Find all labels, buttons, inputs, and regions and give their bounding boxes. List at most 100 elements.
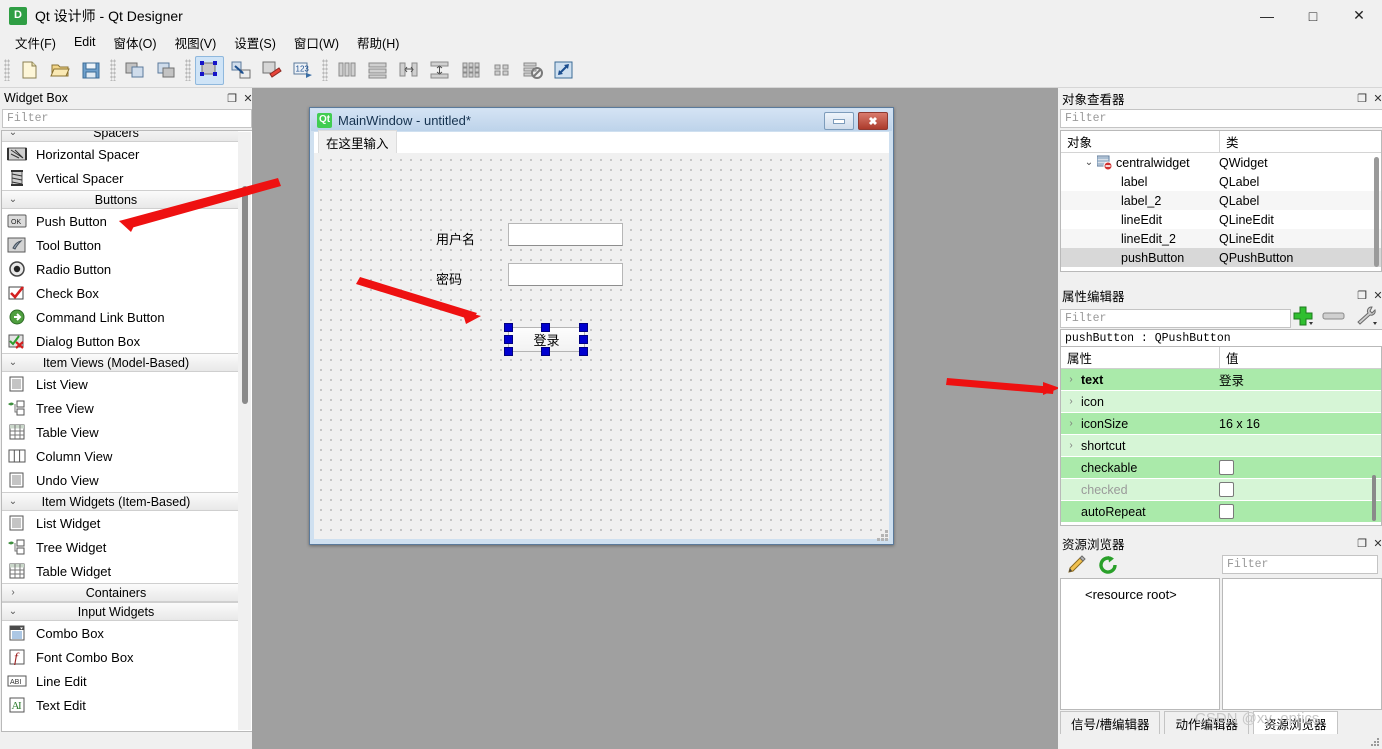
- menu-file[interactable]: 文件(F): [6, 30, 65, 55]
- add-property-icon[interactable]: [1292, 305, 1314, 330]
- property-value[interactable]: 16 x 16: [1219, 417, 1260, 431]
- resize-handle-bottom-right[interactable]: [579, 347, 588, 356]
- widget-group-item-widgets[interactable]: ⌄ Item Widgets (Item-Based): [2, 492, 238, 511]
- menu-window[interactable]: 窗口(W): [285, 30, 348, 55]
- widget-box-filter-input[interactable]: Filter: [2, 109, 252, 128]
- edit-widgets-icon[interactable]: [195, 55, 224, 85]
- tab-signal-slot-editor[interactable]: 信号/槽编辑器: [1060, 711, 1161, 734]
- toolbar-grip[interactable]: [4, 59, 10, 81]
- widget-item-command-link-button[interactable]: Command Link Button: [2, 305, 238, 329]
- widget-group-containers[interactable]: › Containers: [2, 583, 238, 602]
- reload-resources-icon[interactable]: [1098, 555, 1120, 578]
- widget-item-check-box[interactable]: Check Box: [2, 281, 238, 305]
- property-row-iconsize[interactable]: › iconSize 16 x 16: [1061, 413, 1381, 435]
- widget-item-radio-button[interactable]: Radio Button: [2, 257, 238, 281]
- edit-buddies-icon[interactable]: [257, 56, 286, 85]
- column-header-object[interactable]: 对象: [1061, 131, 1220, 152]
- widget-group-input-widgets[interactable]: ⌄ Input Widgets: [2, 602, 238, 621]
- chevron-right-icon[interactable]: ›: [1061, 374, 1081, 385]
- resource-tree[interactable]: <resource root>: [1060, 578, 1220, 710]
- table-row-selected[interactable]: pushButton QPushButton: [1061, 248, 1381, 267]
- widget-item-line-edit[interactable]: ABI Line Edit: [2, 669, 238, 693]
- resize-handle-top[interactable]: [541, 323, 550, 332]
- resize-handle-bottom-left[interactable]: [504, 347, 513, 356]
- maximize-icon[interactable]: □: [1290, 0, 1336, 31]
- paste-widget-icon[interactable]: [151, 56, 180, 85]
- form-menubar-placeholder[interactable]: 在这里输入: [318, 130, 397, 155]
- checkable-checkbox[interactable]: [1219, 460, 1234, 475]
- copy-widget-icon[interactable]: [120, 56, 149, 85]
- column-header-property[interactable]: 属性: [1061, 347, 1220, 368]
- property-row-icon[interactable]: › icon: [1061, 391, 1381, 413]
- menu-view[interactable]: 视图(V): [166, 30, 226, 55]
- resize-handle-bottom[interactable]: [541, 347, 550, 356]
- resource-browser-close-icon[interactable]: ✕: [1370, 535, 1382, 551]
- table-row[interactable]: lineEdit_2 QLineEdit: [1061, 229, 1381, 248]
- widget-box-undock-icon[interactable]: ❐: [224, 90, 240, 106]
- resource-browser-filter-input[interactable]: Filter: [1222, 555, 1378, 574]
- remove-property-icon[interactable]: [1322, 305, 1346, 330]
- resource-list[interactable]: [1222, 578, 1382, 710]
- form-window[interactable]: Qt MainWindow - untitled* ✖ 在这里输入 用户名 密码…: [309, 107, 894, 545]
- widget-group-buttons[interactable]: ⌄ Buttons: [2, 190, 238, 209]
- resize-handle-left[interactable]: [504, 335, 513, 344]
- resource-root-label[interactable]: <resource root>: [1061, 579, 1219, 602]
- object-inspector-tree[interactable]: 对象 类 ⌄ centralwidget QWidget label QLabe…: [1060, 130, 1382, 272]
- resize-handle-top-left[interactable]: [504, 323, 513, 332]
- save-icon[interactable]: [76, 56, 105, 85]
- property-row-checkable[interactable]: checkable: [1061, 457, 1381, 479]
- table-row[interactable]: label QLabel: [1061, 172, 1381, 191]
- chevron-right-icon[interactable]: ›: [1061, 418, 1081, 429]
- layout-horizontally-icon[interactable]: [332, 56, 361, 85]
- widget-item-list-widget[interactable]: List Widget: [2, 511, 238, 535]
- property-editor-close-icon[interactable]: ✕: [1370, 287, 1382, 303]
- resize-handle-right[interactable]: [579, 335, 588, 344]
- checked-checkbox[interactable]: [1219, 482, 1234, 497]
- widget-item-column-view[interactable]: Column View: [2, 444, 238, 468]
- toolbar-grip-3[interactable]: [185, 59, 191, 81]
- configure-property-icon[interactable]: [1354, 305, 1378, 330]
- widget-item-text-edit[interactable]: AI Text Edit: [2, 693, 238, 717]
- widget-item-horizontal-spacer[interactable]: Horizontal Spacer: [2, 142, 238, 166]
- object-inspector-close-icon[interactable]: ✕: [1370, 90, 1382, 106]
- form-title-bar[interactable]: Qt MainWindow - untitled* ✖: [311, 109, 892, 131]
- object-inspector-undock-icon[interactable]: ❐: [1354, 90, 1370, 106]
- form-label-username[interactable]: 用户名: [436, 229, 475, 248]
- widget-group-spacers[interactable]: ⌄ Spacers: [2, 131, 238, 142]
- layout-vertically-icon[interactable]: [363, 56, 392, 85]
- widget-item-list-view[interactable]: List View: [2, 372, 238, 396]
- menu-settings[interactable]: 设置(S): [225, 30, 285, 55]
- new-file-icon[interactable]: [14, 56, 43, 85]
- property-editor-scroll-thumb[interactable]: [1372, 475, 1376, 521]
- property-editor-table[interactable]: 属性 值 › text 登录 › icon › iconSize 16 x 16 › s…: [1060, 346, 1382, 526]
- chevron-right-icon[interactable]: ›: [1061, 440, 1081, 451]
- widget-item-dialog-button-box[interactable]: Dialog Button Box: [2, 329, 238, 353]
- menu-help[interactable]: 帮助(H): [348, 30, 408, 55]
- table-row[interactable]: ⌄ centralwidget QWidget: [1061, 153, 1381, 172]
- table-row[interactable]: label_2 QLabel: [1061, 191, 1381, 210]
- resize-handle-top-right[interactable]: [579, 323, 588, 332]
- form-label-password[interactable]: 密码: [436, 269, 462, 288]
- property-editor-undock-icon[interactable]: ❐: [1354, 287, 1370, 303]
- resource-browser-undock-icon[interactable]: ❐: [1354, 535, 1370, 551]
- widget-item-table-view[interactable]: Table View: [2, 420, 238, 444]
- property-row-text[interactable]: › text 登录: [1061, 369, 1381, 391]
- chevron-down-icon[interactable]: ⌄: [1081, 157, 1097, 168]
- minimize-icon[interactable]: —: [1244, 0, 1290, 31]
- widget-item-vertical-spacer[interactable]: Vertical Spacer: [2, 166, 238, 190]
- break-layout-icon[interactable]: [518, 56, 547, 85]
- chevron-right-icon[interactable]: ›: [1061, 396, 1081, 407]
- table-row[interactable]: lineEdit QLineEdit: [1061, 210, 1381, 229]
- layout-grid-icon[interactable]: [456, 56, 485, 85]
- autorepeat-checkbox[interactable]: [1219, 504, 1234, 519]
- form-central-widget[interactable]: 用户名 密码 登录: [314, 153, 889, 539]
- column-header-value[interactable]: 值: [1220, 347, 1381, 368]
- widget-item-table-widget[interactable]: Table Widget: [2, 559, 238, 583]
- property-row-autorepeat[interactable]: autoRepeat: [1061, 501, 1381, 523]
- form-close-icon[interactable]: ✖: [858, 112, 888, 130]
- layout-form-icon[interactable]: [487, 56, 516, 85]
- widget-group-item-views[interactable]: ⌄ Item Views (Model-Based): [2, 353, 238, 372]
- property-row-shortcut[interactable]: › shortcut: [1061, 435, 1381, 457]
- design-canvas[interactable]: Qt MainWindow - untitled* ✖ 在这里输入 用户名 密码…: [252, 88, 1058, 749]
- widget-item-tree-widget[interactable]: Tree Widget: [2, 535, 238, 559]
